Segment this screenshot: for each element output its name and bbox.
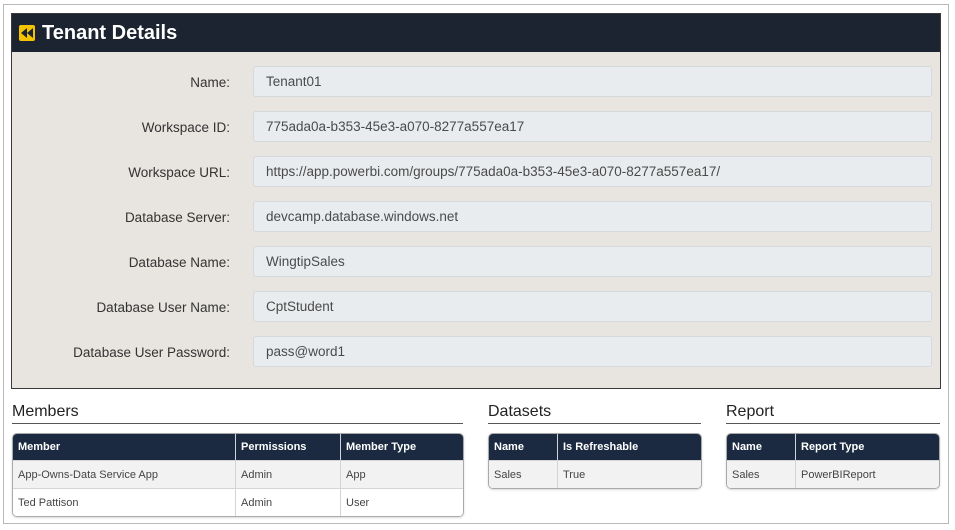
field-row-database-user-password: Database User Password: [12,336,942,369]
name-label: Name: [190,75,230,90]
members-col-member-type[interactable]: Member Type [340,434,463,461]
datasets-heading: Datasets [488,403,552,420]
members-divider [12,423,463,424]
workspace-id-label: Workspace ID: [141,120,230,135]
member-type-cell: User [340,488,463,516]
field-row-name: Name: [12,66,942,99]
field-row-workspace-id: Workspace ID: [12,111,942,144]
datasets-col-is-refreshable[interactable]: Is Refreshable [557,434,701,461]
page-title: Tenant Details [42,21,178,44]
member-type-cell: App [340,460,463,489]
datasets-divider [488,423,701,424]
database-user-name-field[interactable] [253,291,932,322]
table-row[interactable]: App-Owns-Data Service App Admin App [13,460,463,489]
members-col-member[interactable]: Member [13,434,236,461]
table-row[interactable]: Sales True [489,460,701,488]
field-row-workspace-url: Workspace URL: [12,156,942,189]
field-row-database-user-name: Database User Name: [12,291,942,324]
workspace-url-label: Workspace URL: [128,165,230,180]
name-field[interactable] [253,66,932,97]
report-type-cell: PowerBIReport [795,460,939,488]
report-name-cell: Sales [727,460,796,488]
table-row[interactable]: Ted Pattison Admin User [13,488,463,516]
panel-header: Tenant Details [12,14,940,52]
datasets-col-name[interactable]: Name [489,434,558,461]
report-heading: Report [726,403,775,420]
members-col-permissions[interactable]: Permissions [235,434,341,461]
rewind-icon[interactable] [19,25,35,41]
members-heading: Members [12,403,79,420]
field-row-database-server: Database Server: [12,201,942,234]
database-server-label: Database Server: [124,210,230,225]
report-col-name[interactable]: Name [727,434,796,461]
workspace-url-field[interactable] [253,156,932,187]
database-name-label: Database Name: [128,255,230,270]
report-col-report-type[interactable]: Report Type [795,434,939,461]
permissions-cell: Admin [235,488,341,516]
permissions-cell: Admin [235,460,341,489]
member-cell: App-Owns-Data Service App [13,460,236,489]
datasets-table: Name Is Refreshable Sales True [488,433,702,489]
members-table: Member Permissions Member Type App-Owns-… [12,433,464,517]
report-divider [726,423,940,424]
database-name-field[interactable] [253,246,932,277]
database-user-password-label: Database User Password: [73,345,230,360]
database-user-name-label: Database User Name: [96,300,230,315]
report-table: Name Report Type Sales PowerBIReport [726,433,940,489]
member-cell: Ted Pattison [13,488,236,516]
is-refreshable-cell: True [557,460,701,488]
field-row-database-name: Database Name: [12,246,942,279]
database-user-password-field[interactable] [253,336,932,367]
dataset-name-cell: Sales [489,460,558,488]
workspace-id-field[interactable] [253,111,932,142]
database-server-field[interactable] [253,201,932,232]
table-row[interactable]: Sales PowerBIReport [727,460,939,488]
tenant-details-panel: Tenant Details Name: Workspace ID: Works… [11,13,941,389]
